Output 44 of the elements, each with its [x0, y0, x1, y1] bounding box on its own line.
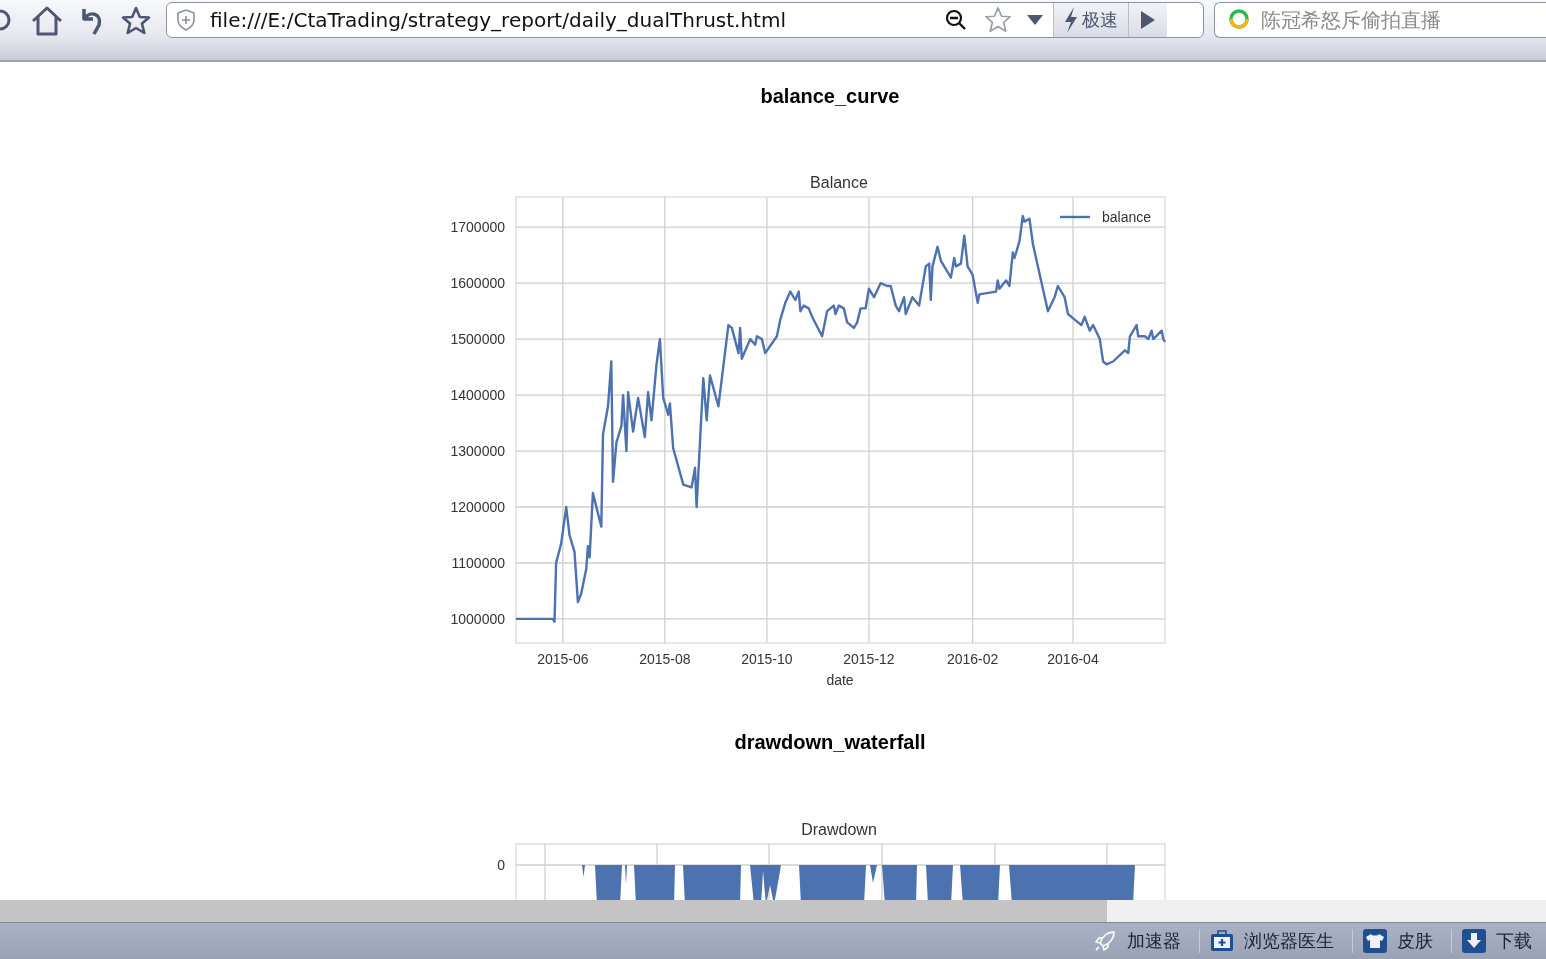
- axis-tick-label: 1700000: [450, 219, 505, 236]
- axis-tick-label: 2015-08: [639, 651, 691, 667]
- status-bar-item[interactable]: 皮肤: [1352, 929, 1433, 953]
- chart-title: Drawdown: [801, 821, 877, 838]
- star-icon[interactable]: [983, 5, 1013, 35]
- horizontal-scrollbar[interactable]: [0, 900, 1546, 922]
- axis-label: date: [826, 672, 854, 688]
- speed-mode-button[interactable]: 极速: [1053, 3, 1129, 37]
- axis-tick-label: 1200000: [450, 499, 505, 515]
- status-bar-item[interactable]: 浏览器医生: [1199, 929, 1334, 953]
- rocket-icon: [1093, 929, 1117, 953]
- axis-tick-label: 2016-04: [1047, 651, 1099, 667]
- axis-tick-label: 1000000: [450, 610, 505, 627]
- search-field[interactable]: 陈冠希怒斥偷拍直播: [1214, 2, 1546, 38]
- shield-icon: [176, 8, 196, 32]
- axis-tick-label: 1600000: [450, 275, 505, 292]
- zoom-out-icon[interactable]: [945, 9, 967, 31]
- axis-tick-label: 1300000: [450, 443, 505, 460]
- scrollbar-thumb[interactable]: [0, 900, 1107, 922]
- medical-kit-icon: [1210, 930, 1234, 952]
- axis-tick-label: 2015-06: [537, 651, 589, 667]
- axis-tick-label: 2015-12: [843, 651, 895, 667]
- section-heading: balance_curve: [760, 84, 900, 108]
- status-bar-item[interactable]: 加速器: [1083, 929, 1181, 953]
- axis-tick-label: 1400000: [450, 387, 505, 404]
- axis-tick-label: 1500000: [450, 331, 505, 348]
- lightning-icon: [1064, 7, 1078, 33]
- status-bar-item[interactable]: 下载: [1451, 929, 1532, 953]
- home-icon[interactable]: [30, 5, 64, 37]
- address-bar[interactable]: file:///E:/CtaTrading/strategy_report/daily_dualThrust.html 极速: [166, 2, 1204, 38]
- play-icon: [1141, 11, 1155, 29]
- chart-title: Balance: [810, 174, 868, 191]
- legend-label: balance: [1102, 209, 1152, 225]
- axis-tick-label: 2016-02: [946, 651, 999, 667]
- download-icon: [1462, 929, 1486, 953]
- axis-tick-label: 2015-10: [741, 651, 793, 667]
- play-button[interactable]: [1129, 3, 1167, 37]
- url-text: file:///E:/CtaTrading/strategy_report/daily_dualThrust.html: [210, 8, 787, 32]
- caret-icon[interactable]: [1027, 15, 1043, 25]
- section-heading: drawdown_waterfall: [734, 730, 926, 754]
- star-icon[interactable]: [120, 5, 152, 37]
- axis-tick-label: 1100000: [451, 555, 505, 571]
- axis-tick-label: 0: [497, 857, 505, 873]
- shirt-icon: [1363, 929, 1387, 953]
